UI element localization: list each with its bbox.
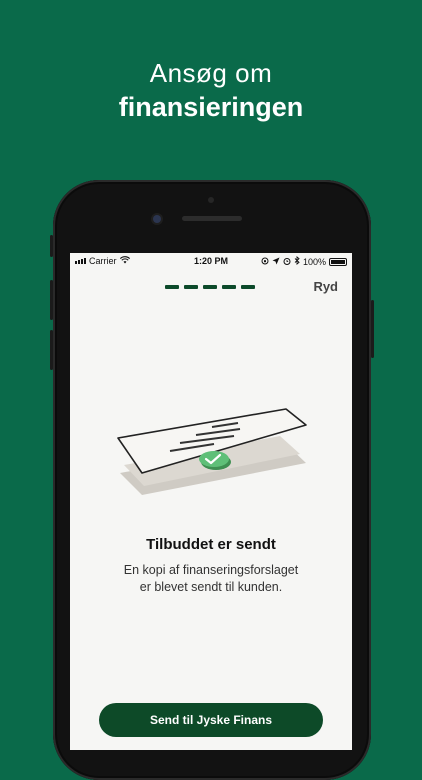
clear-button[interactable]: Ryd <box>313 279 338 294</box>
alarm-icon <box>283 257 291 267</box>
volume-down-button <box>50 330 53 370</box>
progress-step <box>241 285 255 289</box>
bluetooth-icon <box>294 256 300 267</box>
app-screen: Carrier 1:20 PM 100% Ryd Tilbuddet er se… <box>70 253 352 750</box>
proximity-sensor <box>208 197 214 203</box>
volume-up-button <box>50 280 53 320</box>
mute-switch <box>50 235 53 257</box>
battery-percent: 100% <box>302 256 326 267</box>
document-sent-illustration <box>110 403 310 503</box>
confirmation-text-line1: En kopi af finanseringsforslaget <box>123 563 299 577</box>
send-to-jyske-finans-button[interactable]: Send til Jyske Finans <box>99 703 323 737</box>
earpiece-speaker <box>182 216 242 221</box>
location-icon <box>272 257 280 267</box>
confirmation-title: Tilbuddet er sendt <box>146 536 276 553</box>
progress-step <box>165 285 179 289</box>
confirmation-text-line2: er blevet sendt til kunden. <box>139 580 283 594</box>
headline-line2: finansieringen <box>118 92 304 122</box>
front-camera <box>153 215 161 223</box>
progress-step <box>184 285 198 289</box>
battery-icon <box>329 257 347 266</box>
progress-step <box>203 285 217 289</box>
progress-steps <box>165 285 255 289</box>
status-bar: Carrier 1:20 PM 100% <box>70 253 352 269</box>
lock-rotation-icon <box>261 257 269 267</box>
progress-step <box>222 285 236 289</box>
power-button <box>371 300 374 358</box>
headline-line1: Ansøg om <box>149 58 273 88</box>
